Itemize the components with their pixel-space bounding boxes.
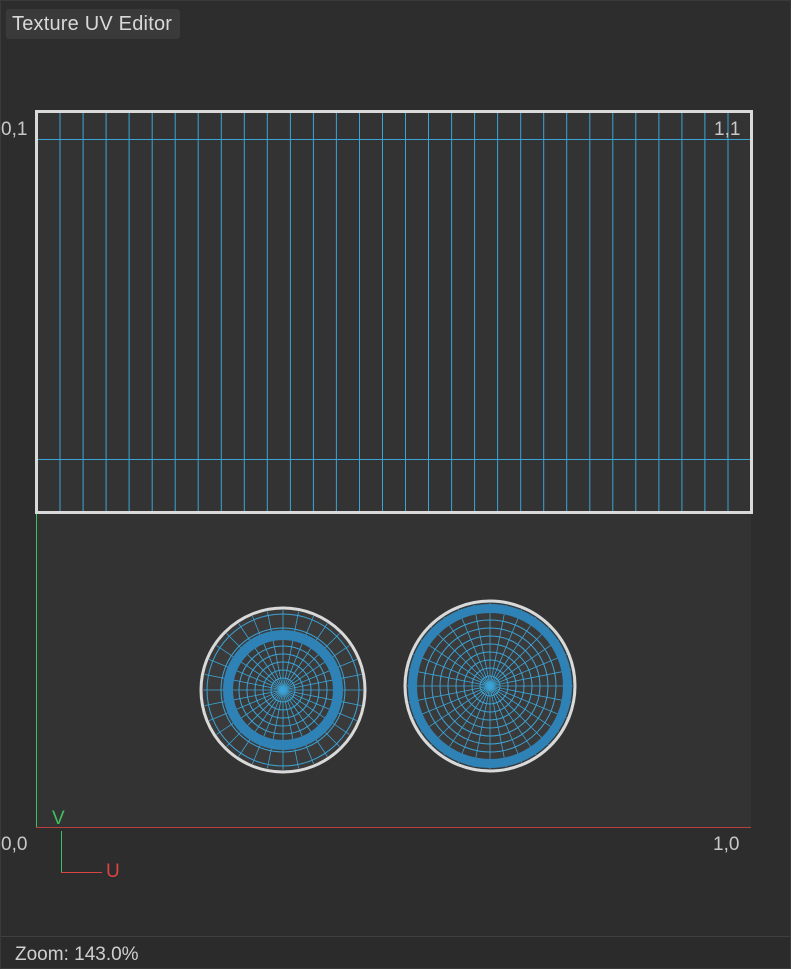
uv-viewport[interactable]: 0,1 1,1 0,0 1,0 V U [1, 1, 790, 931]
uv-label-top-left: 0,1 [1, 119, 28, 140]
cap-spoke-outer [443, 616, 445, 619]
uv-label-bottom-right: 1,0 [713, 834, 740, 855]
axis-gizmo [61, 831, 102, 873]
cap-spoke-outer [547, 743, 549, 745]
axis-v-label: V [52, 808, 65, 829]
uv-canvas[interactable] [1, 1, 790, 931]
cap-spoke-outer [547, 627, 549, 629]
cap-spoke-outer [420, 731, 423, 733]
cap-spoke-outer [431, 627, 433, 629]
texture-uv-editor-window: 0,1 1,1 0,0 1,0 V U Texture UV Editor Zo… [0, 0, 791, 969]
uv-island-cap-right[interactable] [403, 599, 577, 773]
uv-island-cap-left[interactable] [199, 606, 367, 774]
cap-spoke-outer [431, 743, 433, 745]
side-island-fill [37, 112, 751, 512]
zoom-level-text: Zoom: 143.0% [15, 944, 139, 965]
window-title: Texture UV Editor [12, 13, 173, 35]
window-title-tab[interactable]: Texture UV Editor [6, 9, 181, 39]
uv-label-bottom-left: 0,0 [1, 834, 28, 855]
cap-spoke-outer [535, 616, 537, 619]
cap-spoke-outer [535, 753, 537, 756]
cap-spoke-outer [557, 731, 560, 733]
uv-island-cylinder-side[interactable] [35, 110, 753, 514]
cap-spoke-outer [557, 639, 560, 641]
cap-spoke-outer [443, 753, 445, 756]
axis-u-label: U [106, 861, 120, 882]
cap-spoke-outer [420, 639, 423, 641]
uv-label-top-right: 1,1 [714, 119, 741, 140]
status-bar: Zoom: 143.0% [1, 936, 790, 968]
